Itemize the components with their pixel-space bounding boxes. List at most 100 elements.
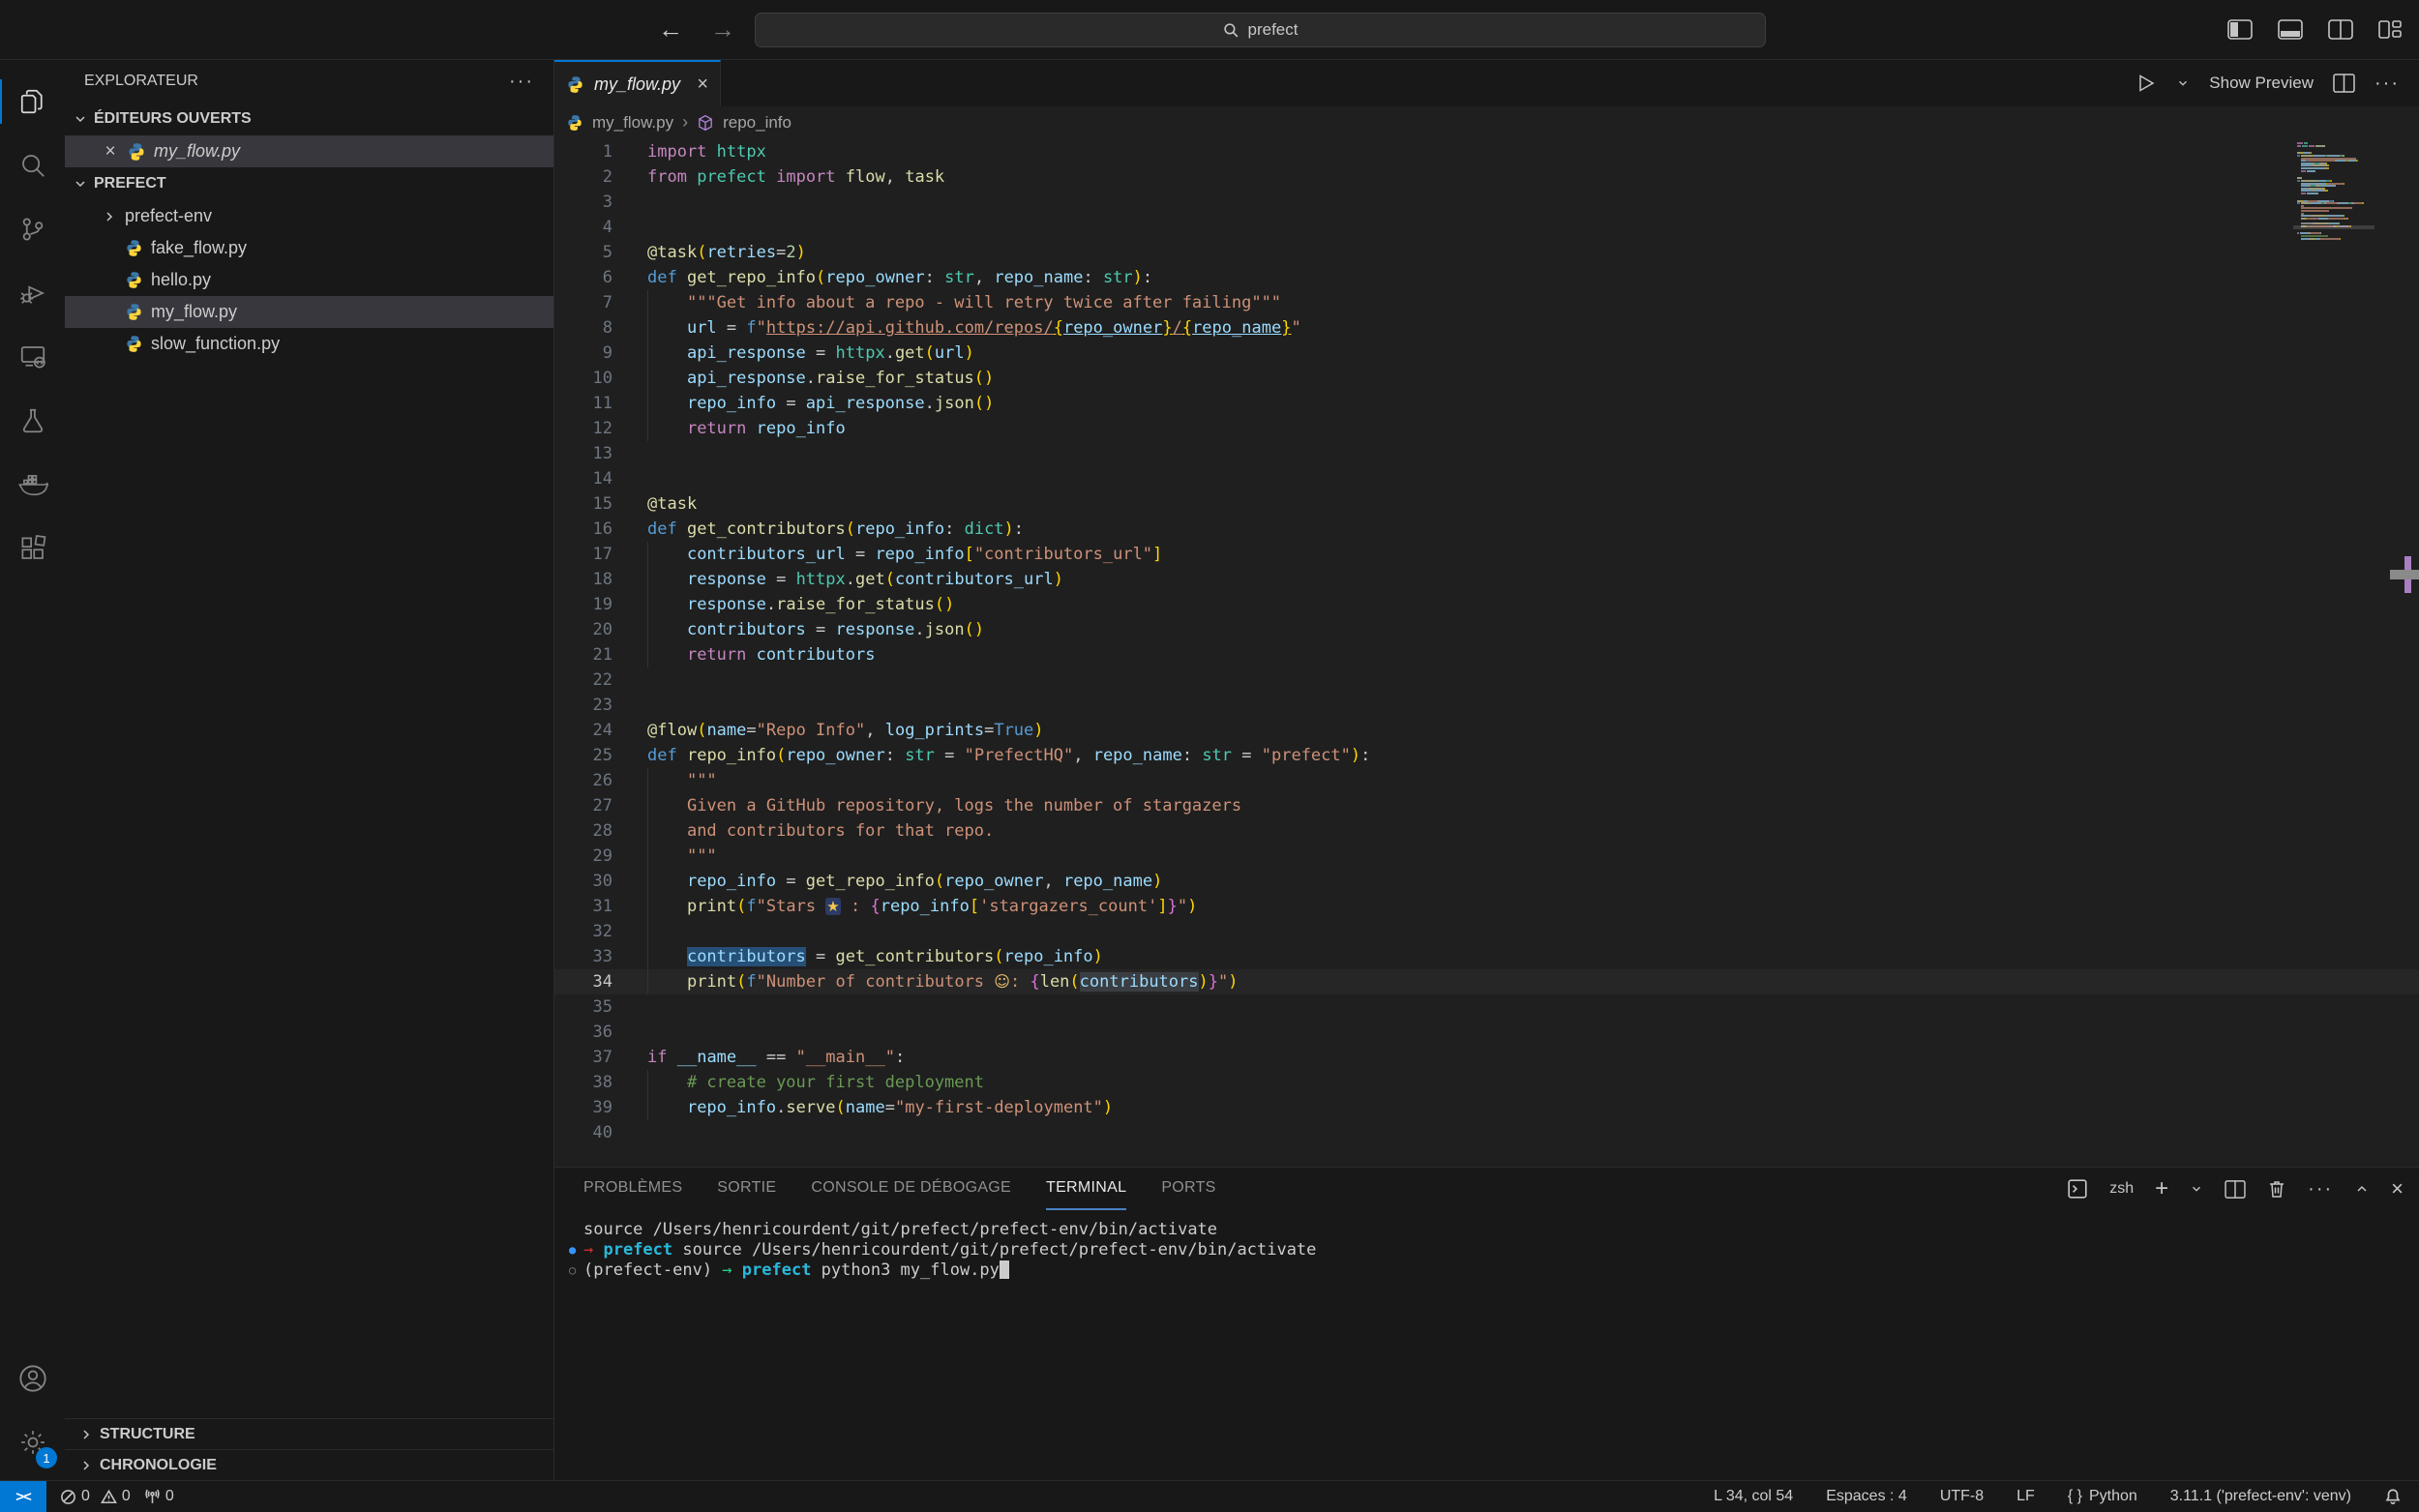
cursor-position[interactable]: L 34, col 54 (1714, 1488, 1793, 1505)
code-line-7[interactable]: 7 """Get info about a repo - will retry … (554, 290, 2419, 315)
run-file-icon[interactable] (2134, 72, 2157, 95)
code-line-33[interactable]: 33 contributors = get_contributors(repo_… (554, 944, 2419, 969)
code-line-15[interactable]: 15@task (554, 491, 2419, 517)
code-line-13[interactable]: 13 (554, 441, 2419, 466)
panel-tab-terminal[interactable]: TERMINAL (1046, 1168, 1126, 1210)
code-editor[interactable]: 1import httpx2from prefect import flow, … (554, 138, 2419, 1167)
code-line-21[interactable]: 21 return contributors (554, 642, 2419, 667)
code-line-26[interactable]: 26 """ (554, 768, 2419, 793)
breadcrumb-file[interactable]: my_flow.py (592, 113, 673, 133)
code-line-32[interactable]: 32 (554, 919, 2419, 944)
close-panel-icon[interactable]: × (2391, 1176, 2404, 1201)
tree-item-fake-flow-py[interactable]: fake_flow.py (65, 232, 553, 264)
code-line-31[interactable]: 31 print(f"Stars ★ : {repo_info['stargaz… (554, 894, 2419, 919)
split-editor-icon[interactable] (2333, 74, 2355, 93)
panel-more-actions-icon[interactable]: ··· (2308, 1178, 2333, 1201)
terminal-dropdown-icon[interactable] (2190, 1182, 2203, 1196)
kill-terminal-icon[interactable] (2267, 1179, 2286, 1199)
code-line-38[interactable]: 38 # create your first deployment (554, 1070, 2419, 1095)
code-line-14[interactable]: 14 (554, 466, 2419, 491)
eol[interactable]: LF (2016, 1488, 2035, 1505)
code-line-1[interactable]: 1import httpx (554, 139, 2419, 164)
code-line-36[interactable]: 36 (554, 1020, 2419, 1045)
code-line-8[interactable]: 8 url = f"https://api.github.com/repos/{… (554, 315, 2419, 341)
code-line-17[interactable]: 17 contributors_url = repo_info["contrib… (554, 542, 2419, 567)
nav-forward-icon[interactable]: → (710, 15, 735, 44)
editor-more-actions-icon[interactable]: ··· (2374, 73, 2400, 95)
code-line-23[interactable]: 23 (554, 693, 2419, 718)
remote-explorer-icon[interactable] (0, 325, 65, 389)
code-line-18[interactable]: 18 response = httpx.get(contributors_url… (554, 567, 2419, 592)
code-line-3[interactable]: 3 (554, 190, 2419, 215)
testing-icon[interactable] (0, 389, 65, 453)
code-line-19[interactable]: 19 response.raise_for_status() (554, 592, 2419, 617)
terminal[interactable]: source /Users/henricourdent/git/prefect/… (554, 1210, 2419, 1281)
settings-gear-icon[interactable]: 1 (0, 1410, 65, 1474)
code-line-27[interactable]: 27 Given a GitHub repository, logs the n… (554, 793, 2419, 818)
show-preview-button[interactable]: Show Preview (2209, 74, 2314, 93)
code-line-4[interactable]: 4 (554, 215, 2419, 240)
code-line-16[interactable]: 16def get_contributors(repo_info: dict): (554, 517, 2419, 542)
code-line-40[interactable]: 40 (554, 1120, 2419, 1145)
breadcrumb-symbol[interactable]: repo_info (723, 113, 791, 133)
code-line-2[interactable]: 2from prefect import flow, task (554, 164, 2419, 190)
panel-tab-console-de-débogage[interactable]: CONSOLE DE DÉBOGAGE (811, 1168, 1011, 1210)
extensions-icon[interactable] (0, 517, 65, 580)
structure-section[interactable]: STRUCTURE (65, 1418, 553, 1449)
code-line-24[interactable]: 24@flow(name="Repo Info", log_prints=Tru… (554, 718, 2419, 743)
code-line-25[interactable]: 25def repo_info(repo_owner: str = "Prefe… (554, 743, 2419, 768)
indentation[interactable]: Espaces : 4 (1826, 1488, 1907, 1505)
language-mode[interactable]: { } Python (2068, 1488, 2137, 1505)
explorer-more-actions-icon[interactable]: ··· (509, 71, 534, 93)
overview-ruler[interactable] (2390, 138, 2419, 1167)
code-line-6[interactable]: 6def get_repo_info(repo_owner: str, repo… (554, 265, 2419, 290)
code-line-28[interactable]: 28 and contributors for that repo. (554, 818, 2419, 844)
panel-tab-ports[interactable]: PORTS (1161, 1168, 1215, 1210)
code-line-35[interactable]: 35 (554, 994, 2419, 1020)
tree-item-my-flow-py[interactable]: my_flow.py (65, 296, 553, 328)
notifications-bell-icon[interactable] (2384, 1488, 2402, 1505)
docker-icon[interactable] (0, 453, 65, 517)
split-terminal-icon[interactable] (2225, 1180, 2246, 1199)
command-center-search[interactable]: prefect (755, 13, 1766, 47)
project-section[interactable]: PREFECT (65, 167, 553, 200)
open-editor-item[interactable]: × my_flow.py (65, 135, 553, 167)
tab-my-flow[interactable]: my_flow.py × (554, 60, 721, 106)
customize-layout-icon[interactable] (2378, 19, 2402, 40)
tree-item-slow-function-py[interactable]: slow_function.py (65, 328, 553, 360)
code-line-39[interactable]: 39 repo_info.serve(name="my-first-deploy… (554, 1095, 2419, 1120)
python-interpreter[interactable]: 3.11.1 ('prefect-env': venv) (2170, 1488, 2351, 1505)
toggle-secondary-sidebar-icon[interactable] (2328, 19, 2353, 40)
open-editors-section[interactable]: ÉDITEURS OUVERTS (65, 103, 553, 135)
code-line-37[interactable]: 37if __name__ == "__main__": (554, 1045, 2419, 1070)
tree-item-prefect-env[interactable]: prefect-env (65, 200, 553, 232)
encoding[interactable]: UTF-8 (1940, 1488, 1984, 1505)
toggle-panel-icon[interactable] (2278, 19, 2303, 40)
remote-indicator[interactable]: >< (0, 1481, 46, 1512)
panel-tab-sortie[interactable]: SORTIE (717, 1168, 776, 1210)
code-line-20[interactable]: 20 contributors = response.json() (554, 617, 2419, 642)
code-line-12[interactable]: 12 return repo_info (554, 416, 2419, 441)
code-line-11[interactable]: 11 repo_info = api_response.json() (554, 391, 2419, 416)
toggle-sidebar-icon[interactable] (2227, 19, 2253, 40)
run-dropdown-icon[interactable] (2176, 76, 2190, 90)
code-line-22[interactable]: 22 (554, 667, 2419, 693)
code-line-9[interactable]: 9 api_response = httpx.get(url) (554, 341, 2419, 366)
tab-close-icon[interactable]: × (697, 74, 708, 96)
timeline-section[interactable]: CHRONOLOGIE (65, 1449, 553, 1480)
nav-back-icon[interactable]: ← (658, 15, 683, 44)
explorer-icon[interactable] (0, 70, 65, 133)
code-line-5[interactable]: 5@task(retries=2) (554, 240, 2419, 265)
minimap[interactable] (2297, 142, 2371, 243)
new-terminal-icon[interactable]: + (2155, 1175, 2168, 1202)
tree-item-hello-py[interactable]: hello.py (65, 264, 553, 296)
code-line-10[interactable]: 10 api_response.raise_for_status() (554, 366, 2419, 391)
source-control-icon[interactable] (0, 197, 65, 261)
maximize-panel-icon[interactable] (2354, 1181, 2370, 1197)
code-line-30[interactable]: 30 repo_info = get_repo_info(repo_owner,… (554, 869, 2419, 894)
close-editor-icon[interactable]: × (102, 141, 119, 163)
search-view-icon[interactable] (0, 133, 65, 197)
run-debug-icon[interactable] (0, 261, 65, 325)
code-line-29[interactable]: 29 """ (554, 844, 2419, 869)
accounts-icon[interactable] (0, 1347, 65, 1410)
